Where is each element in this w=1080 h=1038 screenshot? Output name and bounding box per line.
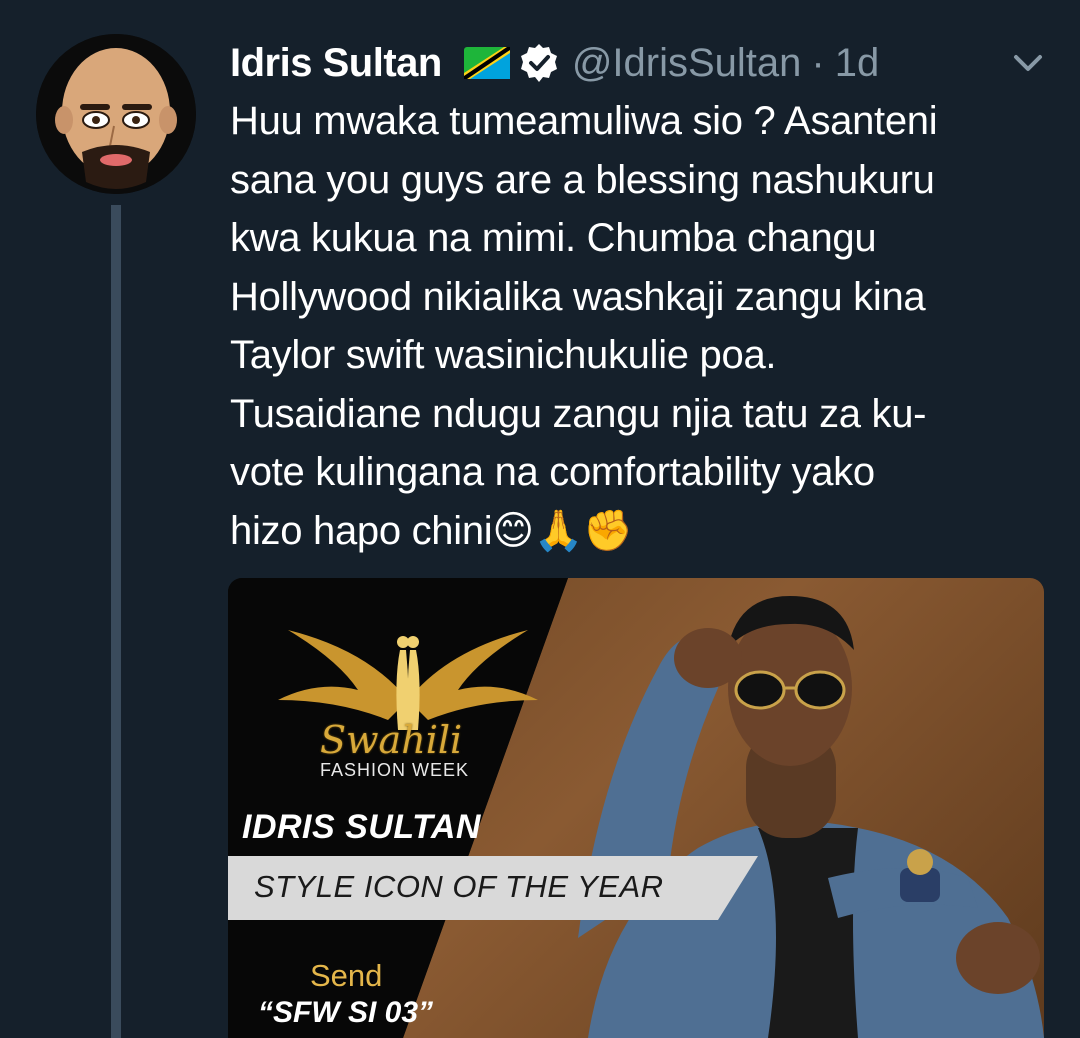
timestamp[interactable]: 1d [835,41,880,86]
award-category: STYLE ICON OF THE YEAR [254,869,664,904]
thread-line [111,205,121,1038]
tweet-header: Idris Sultan @IdrisSultan · 1d [230,38,879,88]
more-options-button[interactable] [1008,48,1048,78]
nominee-name: IDRIS SULTAN [242,808,481,846]
tweet-text: Huu mwaka tumeamuliwa sio ? Asanteni san… [230,99,938,553]
brand-script: Swahili [320,718,463,762]
tweet-media-image[interactable]: Swahili FASHION WEEK IDRIS SULTAN STYLE … [228,578,1044,1038]
person-photo [578,596,1044,1038]
send-label: Send [310,958,383,993]
tanzania-flag-icon [463,47,510,79]
verified-badge-icon [518,42,560,84]
vote-code: “SFW SI 03” [258,996,434,1029]
avatar[interactable] [36,34,196,194]
handle[interactable]: @IdrisSultan [572,41,802,86]
tweet[interactable]: Idris Sultan @IdrisSultan · 1d Huu mwaka… [0,0,1080,1038]
cartoon-avatar-icon [36,34,196,194]
separator-dot: · [811,40,825,85]
chevron-down-icon [1014,55,1042,71]
brand-subtitle: FASHION WEEK [320,760,470,780]
display-name[interactable]: Idris Sultan [230,41,442,86]
